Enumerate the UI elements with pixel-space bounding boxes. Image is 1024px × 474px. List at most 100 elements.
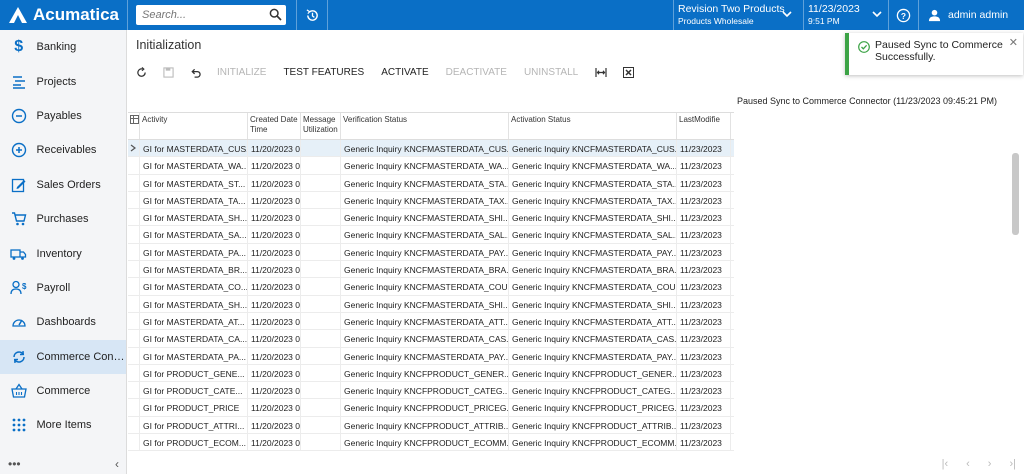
row-selector[interactable]	[128, 209, 140, 226]
sidebar-item-payables[interactable]: Payables	[0, 99, 126, 133]
sidebar-item-commerce-connector[interactable]: Commerce Connec...	[0, 339, 126, 374]
column-header-activation[interactable]: Activation Status	[509, 113, 677, 139]
row-selector-header[interactable]	[128, 113, 140, 139]
business-date-selector[interactable]: 11/23/2023 9:51 PM	[808, 3, 886, 27]
test-features-button[interactable]: TEST FEATURES	[283, 67, 364, 78]
cell-last-modified: 11/23/2023	[677, 330, 731, 347]
table-row[interactable]: GI for MASTERDATA_CUS... 11/20/2023 09 Gen…	[128, 140, 734, 158]
table-row[interactable]: GI for MASTERDATA_PA... 11/20/2023 09 Gene…	[128, 243, 734, 262]
row-selector[interactable]	[128, 261, 140, 278]
close-icon[interactable]: ✕	[1009, 37, 1018, 49]
row-selector[interactable]	[128, 399, 140, 416]
company-selector[interactable]: Revision Two Products Products Wholesale	[678, 3, 796, 27]
cell-activity: GI for PRODUCT_ECOM...	[140, 434, 248, 451]
cell-activity: GI for MASTERDATA_CUS...	[140, 140, 248, 157]
user-name: admin admin	[948, 9, 1009, 21]
initialize-button[interactable]: INITIALIZE	[217, 67, 266, 78]
row-selector[interactable]	[128, 191, 140, 209]
sidebar-item-more-items[interactable]: More Items	[0, 408, 126, 442]
table-row[interactable]: GI for PRODUCT_GENE... 11/20/2023 09 Gener…	[128, 364, 734, 383]
row-selector[interactable]	[128, 140, 140, 157]
grid-header: Activity Created Date Time Message Utili…	[128, 112, 734, 140]
divider	[803, 0, 804, 30]
row-selector[interactable]	[128, 416, 140, 434]
row-selector[interactable]	[128, 174, 140, 191]
table-row[interactable]: GI for MASTERDATA_SH... 11/20/2023 09 Gene…	[128, 295, 734, 313]
table-row[interactable]: GI for MASTERDATA_TA... 11/20/2023 09 Gene…	[128, 191, 734, 210]
row-selector[interactable]	[128, 364, 140, 382]
app-logo[interactable]: Acumatica	[0, 0, 127, 30]
cell-created: 11/20/2023 09	[248, 416, 301, 434]
table-row[interactable]: GI for MASTERDATA_WA... 11/20/2023 09 Gene…	[128, 157, 734, 175]
column-header-verification[interactable]: Verification Status	[341, 113, 509, 139]
column-header-created[interactable]: Created Date Time	[248, 113, 301, 139]
table-row[interactable]: GI for MASTERDATA_PA... 11/20/2023 09 Gene…	[128, 347, 734, 365]
vertical-scrollbar[interactable]	[1011, 150, 1020, 448]
table-row[interactable]: GI for MASTERDATA_CO... 11/20/2023 09 Gene…	[128, 278, 734, 296]
user-menu[interactable]: admin admin	[922, 0, 1024, 30]
cell-last-modified: 11/23/2023	[677, 399, 731, 416]
next-page-button[interactable]: ›	[988, 458, 992, 470]
column-header-activity[interactable]: Activity	[140, 113, 248, 139]
row-selector[interactable]	[128, 382, 140, 399]
sidebar-item-purchases[interactable]: Purchases	[0, 202, 126, 236]
last-page-button[interactable]: ›|	[1009, 458, 1016, 470]
column-header-message[interactable]: Message Utilization	[301, 113, 341, 139]
table-row[interactable]: GI for MASTERDATA_SA... 11/20/2023 09 Gene…	[128, 226, 734, 244]
more-options-button[interactable]: •••	[8, 457, 21, 471]
sidebar-item-dashboards[interactable]: Dashboards	[0, 305, 126, 339]
cell-message	[301, 295, 341, 312]
sidebar-item-payroll[interactable]: $ Payroll	[0, 271, 126, 305]
row-selector[interactable]	[128, 243, 140, 261]
deactivate-button[interactable]: DEACTIVATE	[446, 67, 507, 78]
row-selector[interactable]	[128, 347, 140, 364]
uninstall-button[interactable]: UNINSTALL	[524, 67, 578, 78]
sidebar-item-sales-orders[interactable]: Sales Orders	[0, 168, 126, 202]
fit-columns-button[interactable]	[595, 67, 607, 78]
table-row[interactable]: GI for MASTERDATA_SH... 11/20/2023 09 Gene…	[128, 209, 734, 227]
table-row[interactable]: GI for PRODUCT_PRICE 11/20/2023 09 Generic…	[128, 399, 734, 417]
row-selector[interactable]	[128, 312, 140, 330]
search-input[interactable]	[142, 9, 266, 21]
cell-activation: Generic Inquiry KNCFMASTERDATA_TAX...	[509, 191, 677, 209]
search-box[interactable]	[136, 5, 286, 25]
column-header-last-modified[interactable]: LastModifie	[677, 113, 731, 139]
acumatica-logo-icon	[9, 7, 27, 23]
sidebar-item-inventory[interactable]: Inventory	[0, 236, 126, 270]
row-selector[interactable]	[128, 157, 140, 174]
cell-verification: Generic Inquiry KNCFMASTERDATA_STA...	[341, 174, 509, 191]
table-row[interactable]: GI for PRODUCT_ATTRI... 11/20/2023 09 Gene…	[128, 416, 734, 435]
table-row[interactable]: GI for MASTERDATA_ST... 11/20/2023 09 Gene…	[128, 174, 734, 192]
table-row[interactable]: GI for MASTERDATA_BR... 11/20/2023 09 Gene…	[128, 261, 734, 279]
undo-icon	[191, 68, 201, 78]
help-button[interactable]: ?	[890, 0, 916, 30]
search-icon[interactable]	[269, 8, 282, 21]
table-row[interactable]: GI for MASTERDATA_AT... 11/20/2023 09 Gene…	[128, 312, 734, 331]
row-selector[interactable]	[128, 330, 140, 347]
notification-message: Paused Sync to Commerce Successfully.	[875, 39, 1003, 63]
save-button[interactable]	[163, 66, 174, 78]
table-row[interactable]: GI for MASTERDATA_CA... 11/20/2023 09 Gene…	[128, 330, 734, 348]
activate-button[interactable]: ACTIVATE	[381, 67, 428, 78]
collapse-sidebar-button[interactable]: ‹	[115, 457, 119, 471]
row-selector[interactable]	[128, 278, 140, 295]
svg-text:?: ?	[900, 10, 905, 20]
undo-button[interactable]	[190, 67, 201, 78]
sidebar-item-receivables[interactable]: Receivables	[0, 133, 126, 167]
prev-page-button[interactable]: ‹	[966, 458, 970, 470]
row-selector[interactable]	[128, 434, 140, 451]
sidebar-item-commerce[interactable]: Commerce	[0, 374, 126, 408]
table-row[interactable]: GI for PRODUCT_CATE... 11/20/2023 09 Gener…	[128, 382, 734, 400]
row-selector[interactable]	[128, 226, 140, 243]
history-button[interactable]	[297, 0, 327, 30]
scrollbar-thumb[interactable]	[1012, 153, 1019, 235]
export-excel-button[interactable]	[623, 66, 635, 78]
sidebar-item-banking[interactable]: $ Banking	[0, 30, 126, 64]
table-row[interactable]: GI for PRODUCT_ECOM... 11/20/2023 09 Gener…	[128, 434, 734, 452]
first-page-button[interactable]: |‹	[942, 458, 949, 470]
cell-message	[301, 174, 341, 191]
sidebar-item-projects[interactable]: Projects	[0, 64, 126, 98]
sidebar: $ Banking Projects Payables Receivables …	[0, 30, 127, 474]
refresh-button[interactable]	[136, 66, 147, 78]
row-selector[interactable]	[128, 295, 140, 312]
